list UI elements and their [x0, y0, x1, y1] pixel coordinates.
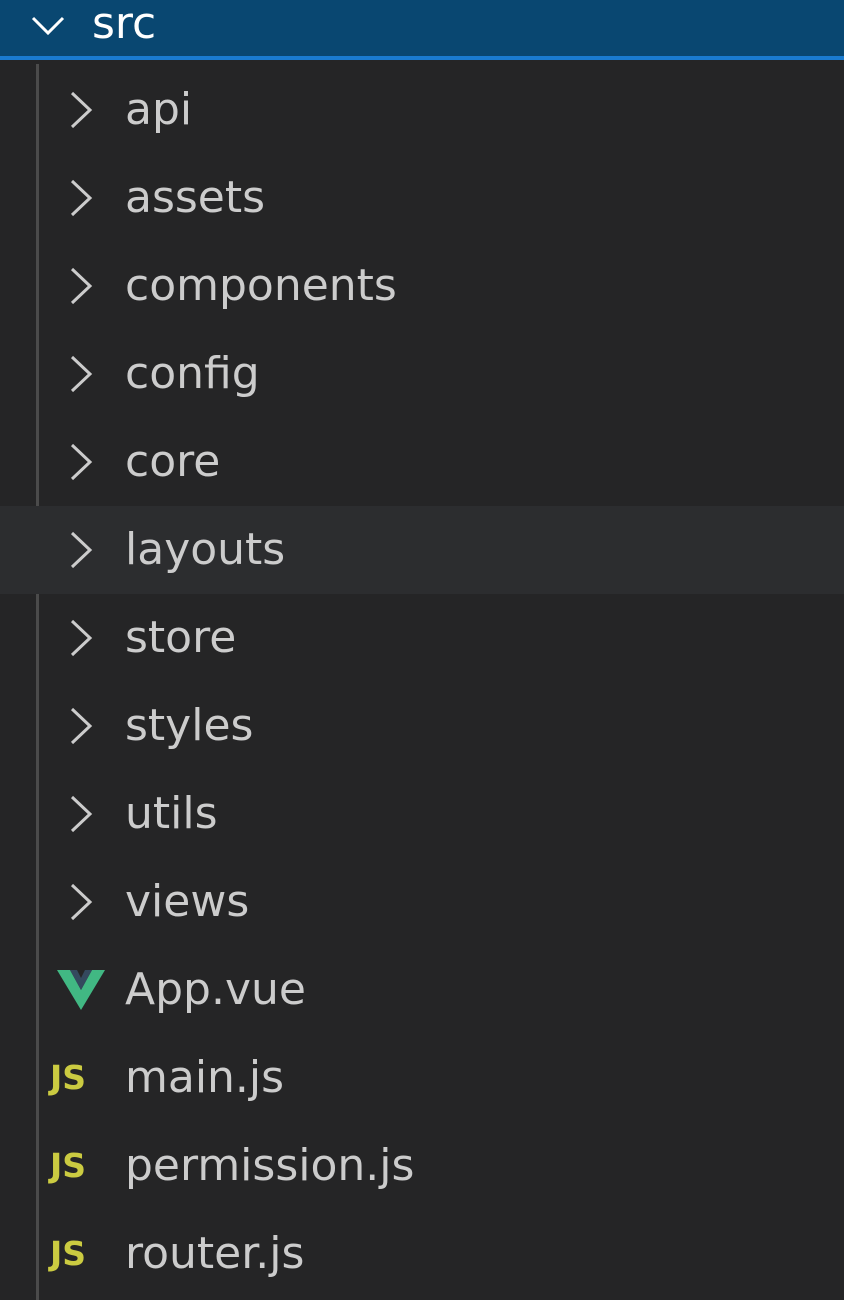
chevron-right-icon[interactable]: [66, 882, 96, 922]
file-row-app-vue[interactable]: App.vue: [0, 946, 844, 1034]
file-row-router-js[interactable]: JS router.js: [0, 1210, 844, 1298]
file-label: App.vue: [125, 964, 306, 1015]
file-row-main-js[interactable]: JS main.js: [0, 1034, 844, 1122]
chevron-right-icon[interactable]: [66, 266, 96, 306]
folder-row-views[interactable]: views: [0, 858, 844, 946]
folder-row-api[interactable]: api: [0, 66, 844, 154]
chevron-down-icon[interactable]: [30, 10, 66, 40]
chevron-right-icon[interactable]: [66, 90, 96, 130]
folder-row-assets[interactable]: assets: [0, 154, 844, 242]
chevron-right-icon[interactable]: [66, 794, 96, 834]
folder-label: core: [125, 436, 221, 487]
chevron-right-icon[interactable]: [66, 354, 96, 394]
folder-row-layouts[interactable]: layouts: [0, 506, 844, 594]
folder-label: utils: [125, 788, 218, 839]
js-icon: JS: [50, 1234, 87, 1273]
folder-label-src: src: [92, 0, 157, 49]
js-icon: JS: [50, 1146, 87, 1185]
chevron-right-icon[interactable]: [66, 178, 96, 218]
folder-label: store: [125, 612, 237, 663]
file-explorer: src api assets components config core la…: [0, 0, 844, 1300]
folder-label: components: [125, 260, 397, 311]
folder-label: assets: [125, 172, 266, 223]
folder-row-config[interactable]: config: [0, 330, 844, 418]
vue-icon: [57, 970, 105, 1010]
folder-label: views: [125, 876, 250, 927]
folder-row-styles[interactable]: styles: [0, 682, 844, 770]
folder-row-components[interactable]: components: [0, 242, 844, 330]
folder-label: layouts: [125, 524, 286, 575]
folder-row-core[interactable]: core: [0, 418, 844, 506]
folder-label: config: [125, 348, 260, 399]
js-icon: JS: [50, 1058, 87, 1097]
file-label: router.js: [125, 1228, 305, 1279]
file-row-permission-js[interactable]: JS permission.js: [0, 1122, 844, 1210]
chevron-right-icon[interactable]: [66, 706, 96, 746]
chevron-right-icon[interactable]: [66, 618, 96, 658]
folder-row-utils[interactable]: utils: [0, 770, 844, 858]
folder-row-store[interactable]: store: [0, 594, 844, 682]
file-label: permission.js: [125, 1140, 415, 1191]
chevron-right-icon[interactable]: [66, 530, 96, 570]
folder-label: api: [125, 84, 193, 135]
chevron-right-icon[interactable]: [66, 442, 96, 482]
file-label: main.js: [125, 1052, 285, 1103]
folder-row-src[interactable]: src: [0, 0, 844, 60]
folder-label: styles: [125, 700, 254, 751]
